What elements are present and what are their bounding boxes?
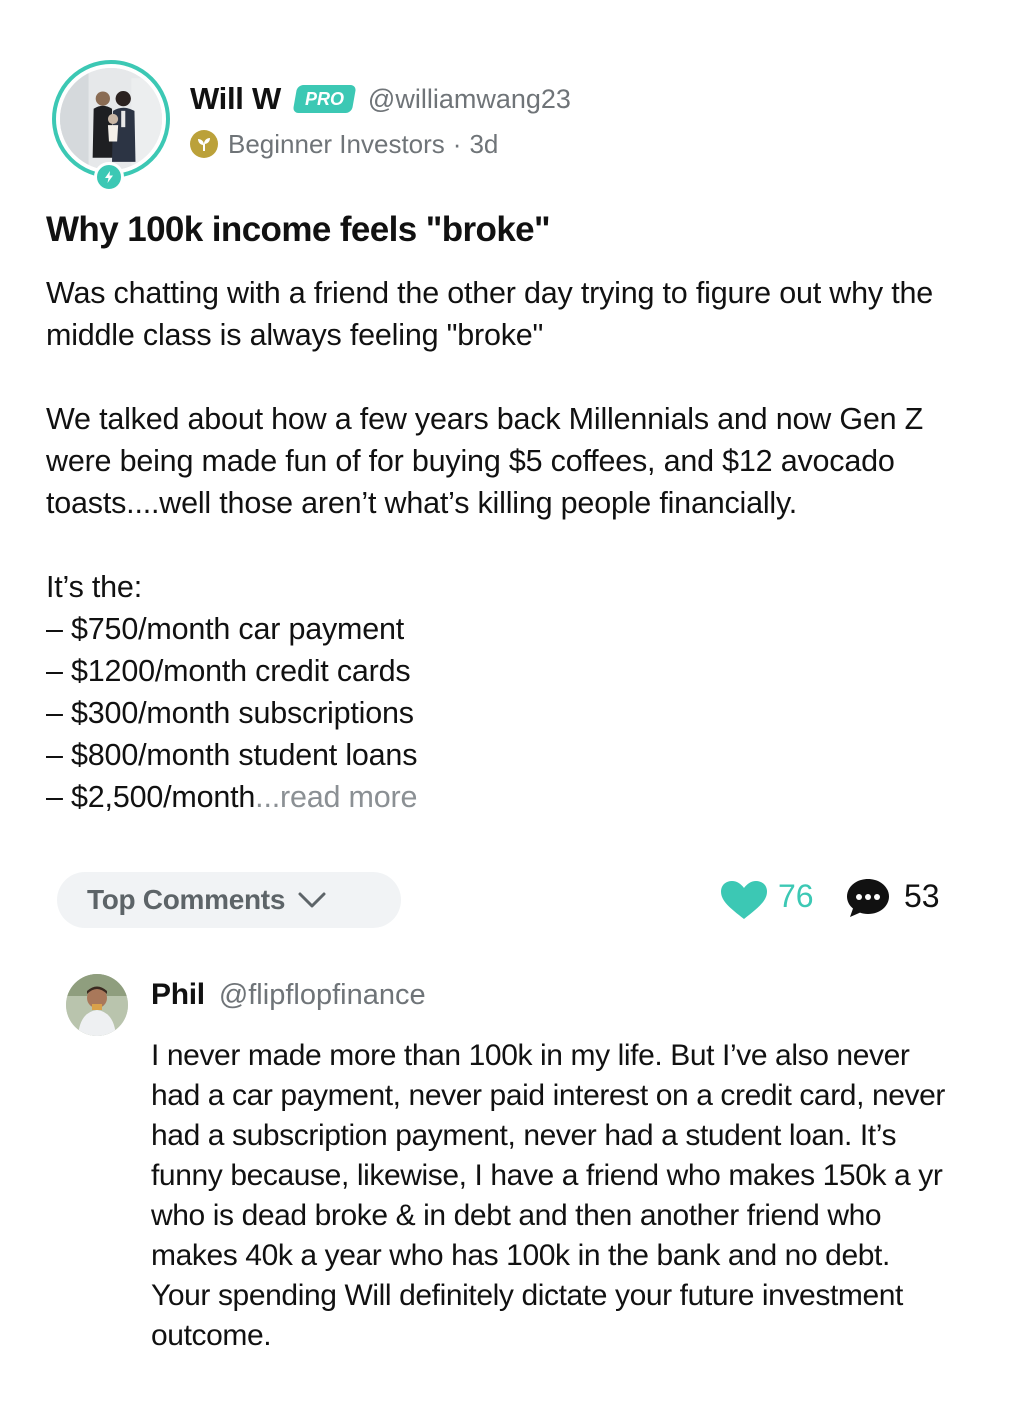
heart-icon[interactable] [720, 880, 768, 920]
post-meta: Beginner Investors · 3d [190, 126, 498, 162]
post-paragraph: Was chatting with a friend the other day… [46, 276, 933, 352]
community-link[interactable]: Beginner Investors [228, 129, 445, 160]
pro-badge: PRO [292, 85, 357, 113]
post-body[interactable]: Was chatting with a friend the other day… [46, 272, 976, 818]
commenter-handle[interactable]: @flipflopfinance [219, 979, 426, 1012]
top-comments-label: Top Comments [87, 884, 286, 915]
pro-badge-label: PRO [304, 89, 344, 109]
list-item: – $800/month student loans [46, 738, 418, 772]
post-title[interactable]: Why 100k income feels "broke" [46, 210, 551, 250]
comment-count: 53 [904, 878, 940, 914]
post-paragraph: We talked about how a few years back Mil… [46, 402, 924, 520]
author-handle[interactable]: @williamwang23 [368, 84, 571, 115]
sprout-icon [190, 130, 218, 158]
post-age: 3d [469, 128, 499, 159]
comment-text: I never made more than 100k in my life. … [151, 1039, 945, 1352]
chevron-down-icon [298, 892, 326, 908]
like-count: 76 [778, 878, 814, 914]
author-avatar[interactable] [52, 60, 170, 178]
comment-bubble-icon[interactable] [845, 877, 891, 919]
author-row: Will W PRO @williamwang23 [190, 78, 571, 120]
list-item: – $750/month car payment [46, 612, 405, 646]
author-avatar-photo [60, 68, 162, 170]
list-item: – $300/month subscriptions [46, 696, 414, 730]
list-item-truncated: – $2,500/month...read more [46, 776, 976, 818]
commenter-avatar[interactable] [66, 974, 128, 1036]
meta-separator: · [452, 128, 462, 159]
list-item: – $1200/month credit cards [46, 654, 411, 688]
top-comments-dropdown[interactable]: Top Comments [57, 872, 401, 928]
commenter-name[interactable]: Phil [151, 978, 205, 1012]
lightning-bolt-icon [94, 162, 124, 192]
read-more-link[interactable]: ...read more [255, 780, 417, 814]
list-item-last: – $2,500/month [46, 780, 256, 814]
author-name[interactable]: Will W [190, 81, 281, 117]
commenter-row: Phil @flipflopfinance [151, 978, 426, 1012]
list-intro: It’s the: [46, 570, 142, 604]
